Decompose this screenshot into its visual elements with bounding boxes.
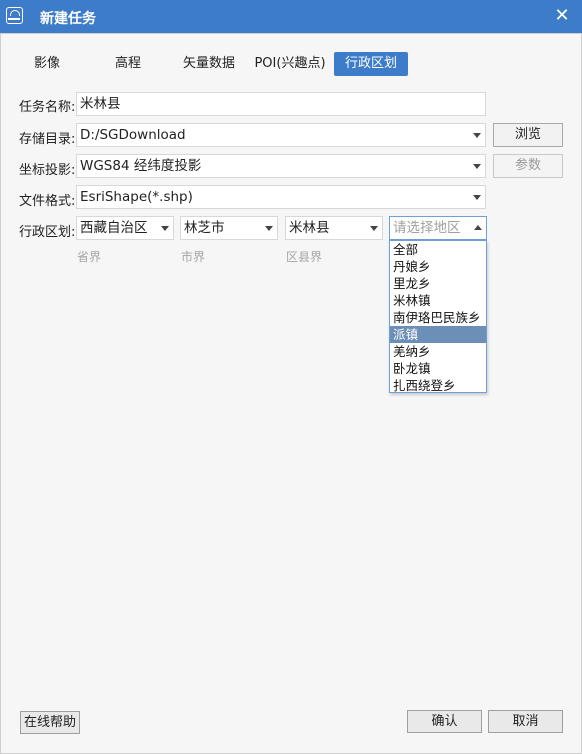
dropdown-option[interactable]: 全部 — [390, 241, 486, 258]
tab-admin-division[interactable]: 行政区划 — [334, 52, 408, 76]
dropdown-option[interactable]: 米林镇 — [390, 292, 486, 309]
format-label: 文件格式: — [19, 194, 76, 209]
browse-button[interactable]: 浏览 — [493, 123, 563, 147]
tab-poi[interactable]: POI(兴趣点) — [253, 52, 327, 76]
dropdown-option[interactable]: 羌纳乡 — [390, 343, 486, 360]
ok-button[interactable]: 确认 — [407, 710, 482, 733]
chevron-down-icon — [265, 226, 273, 231]
cancel-button[interactable]: 取消 — [488, 710, 563, 733]
dropdown-option[interactable]: 南伊珞巴民族乡 — [390, 309, 486, 326]
tab-elevation[interactable]: 高程 — [103, 52, 153, 76]
dropdown-option[interactable]: 派镇 — [390, 326, 486, 343]
projection-select[interactable]: WGS84 经纬度投影 — [76, 154, 486, 178]
window-title: 新建任务 — [40, 11, 96, 27]
tab-vector-data[interactable]: 矢量数据 — [178, 52, 240, 76]
district-select[interactable]: 请选择地区 — [389, 216, 487, 240]
chevron-down-icon — [473, 133, 481, 138]
chevron-down-icon — [473, 195, 481, 200]
dropdown-option[interactable]: 扎西绕登乡 — [390, 377, 486, 394]
storage-label: 存储目录: — [19, 132, 76, 147]
region-label: 行政区划: — [19, 225, 76, 240]
province-caption: 省界 — [77, 250, 102, 264]
task-name-input[interactable]: 米林县 — [76, 92, 486, 116]
city-select[interactable]: 林芝市 — [180, 216, 278, 240]
title-bar: 新建任务 ✕ — [0, 0, 582, 33]
tab-imagery[interactable]: 影像 — [22, 52, 72, 76]
city-caption: 市界 — [181, 250, 206, 264]
chevron-down-icon — [370, 226, 378, 231]
dropdown-option[interactable]: 卧龙镇 — [390, 360, 486, 377]
district-dropdown-list: 全部 丹娘乡 里龙乡 米林镇 南伊珞巴民族乡 派镇 羌纳乡 卧龙镇 扎西绕登乡 — [389, 240, 487, 393]
chevron-down-icon — [473, 164, 481, 169]
format-select[interactable]: EsriShape(*.shp) — [76, 185, 486, 209]
district-placeholder: 请选择地区 — [393, 220, 461, 236]
county-value: 米林县 — [289, 220, 330, 236]
online-help-button[interactable]: 在线帮助 — [20, 711, 80, 734]
close-icon[interactable]: ✕ — [548, 3, 576, 29]
chevron-down-icon — [161, 226, 169, 231]
county-caption: 区县界 — [286, 250, 323, 264]
dropdown-option[interactable]: 丹娘乡 — [390, 258, 486, 275]
province-select[interactable]: 西藏自治区 — [76, 216, 174, 240]
storage-dir-select[interactable]: D:/SGDownload — [76, 123, 486, 147]
task-name-label: 任务名称: — [19, 100, 76, 115]
projection-value: WGS84 经纬度投影 — [80, 158, 202, 174]
city-value: 林芝市 — [184, 220, 225, 236]
params-button[interactable]: 参数 — [493, 154, 563, 178]
province-value: 西藏自治区 — [80, 220, 148, 236]
chevron-up-icon — [474, 225, 482, 230]
dropdown-option[interactable]: 里龙乡 — [390, 275, 486, 292]
format-value: EsriShape(*.shp) — [80, 189, 193, 205]
county-select[interactable]: 米林县 — [285, 216, 383, 240]
app-logo-icon — [6, 7, 23, 24]
storage-dir-value: D:/SGDownload — [80, 127, 186, 143]
projection-label: 坐标投影: — [19, 163, 76, 178]
